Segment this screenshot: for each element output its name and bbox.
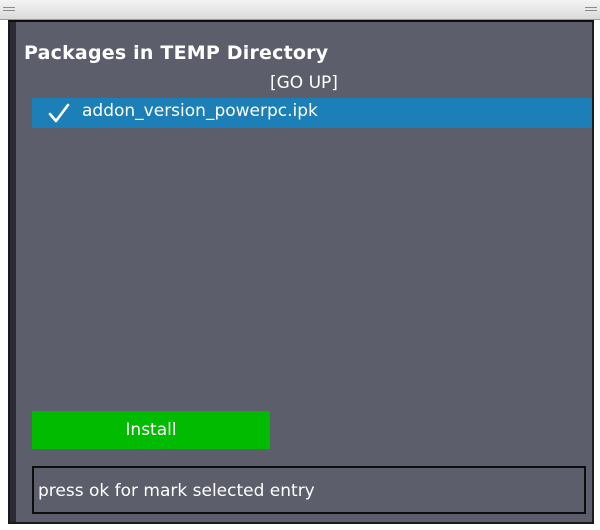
go-up-item[interactable]: [GO UP] [270, 73, 338, 93]
status-message: press ok for mark selected entry [38, 481, 315, 501]
install-button-label: Install [125, 420, 177, 440]
package-manager-window: Packages in TEMP Directory [GO UP] addon… [8, 20, 594, 524]
package-list-item[interactable]: addon_version_powerpc.ipk [32, 98, 592, 128]
checkmark-icon [48, 103, 70, 123]
screen-frame: Packages in TEMP Directory [GO UP] addon… [0, 0, 600, 530]
status-bar: press ok for mark selected entry [32, 466, 586, 514]
window-titlebar[interactable] [0, 0, 600, 20]
package-name: addon_version_powerpc.ipk [82, 101, 318, 121]
titlebar-grip-left-icon [3, 7, 15, 11]
install-button[interactable]: Install [32, 411, 270, 449]
window-left-edge [10, 22, 16, 522]
titlebar-grip-right-icon [585, 7, 597, 11]
window-title: Packages in TEMP Directory [24, 42, 329, 64]
